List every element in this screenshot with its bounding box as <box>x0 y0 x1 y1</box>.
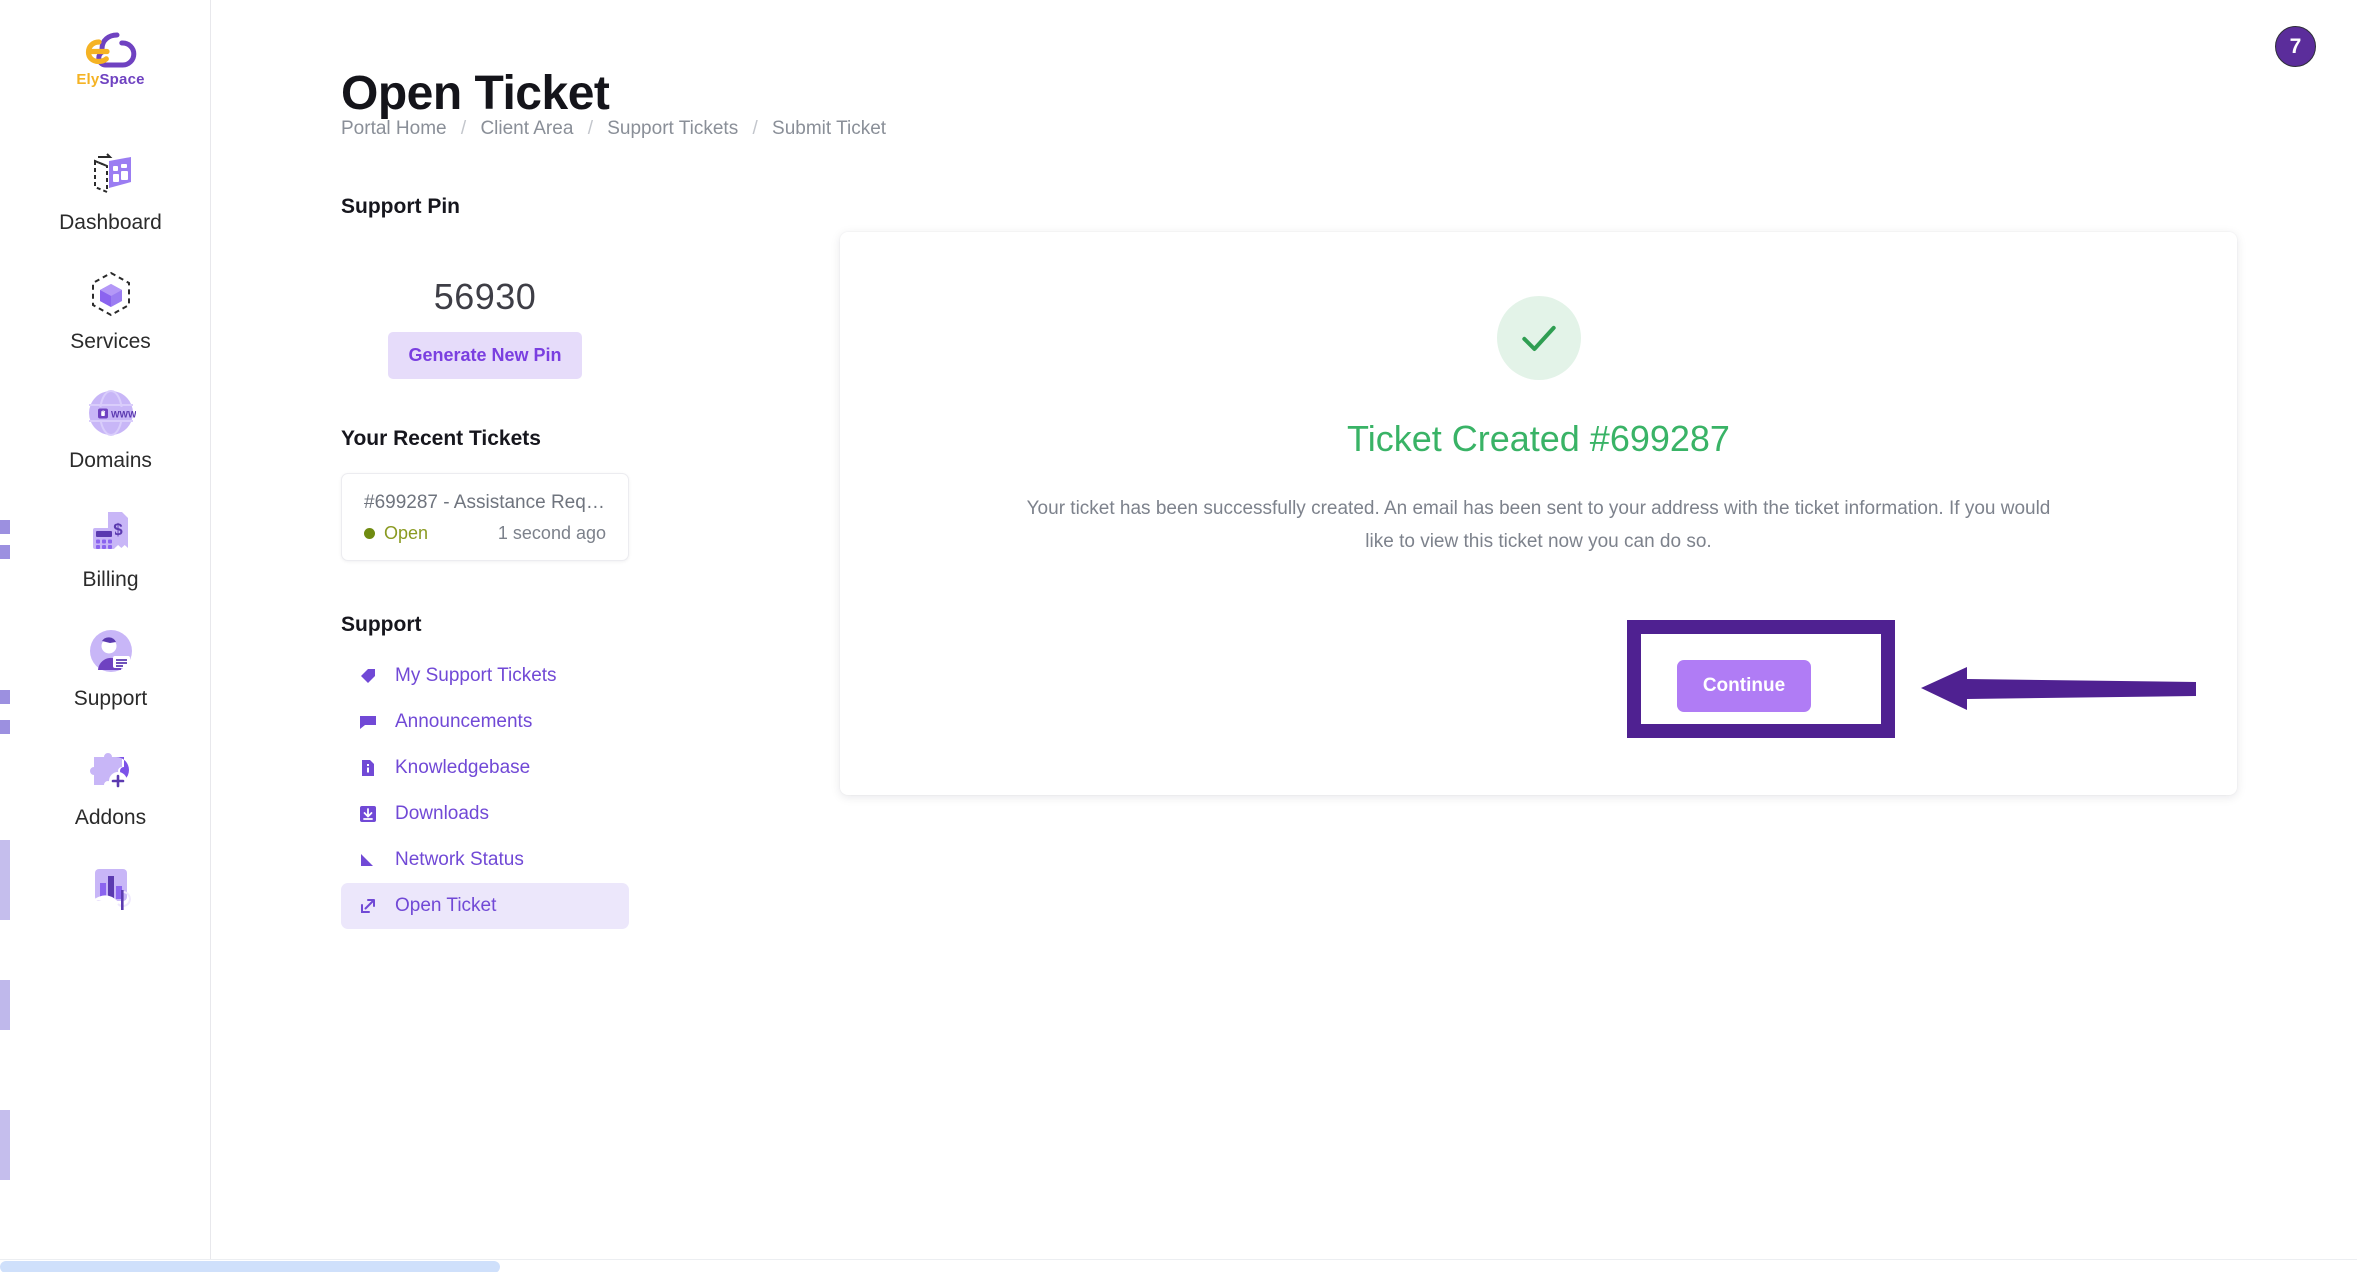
sidebar-item-billing[interactable]: $ Billing <box>10 489 210 608</box>
main-content: Open Ticket 7 Portal Home / Client Area … <box>211 0 2357 1259</box>
support-pin-value: 56930 <box>433 276 537 317</box>
support-link-announcements[interactable]: Announcements <box>341 699 629 745</box>
sidebar-item-support[interactable]: Support <box>10 608 210 727</box>
status-dot-icon <box>364 528 375 539</box>
list-item: Network Status <box>341 837 629 883</box>
breadcrumb-separator: / <box>587 118 593 139</box>
sidebar-item-label: Services <box>70 330 151 353</box>
speech-bubble-icon <box>359 713 377 731</box>
page-title: Open Ticket <box>341 67 610 121</box>
breadcrumb-item-client-area[interactable]: Client Area <box>480 118 573 139</box>
list-item: Open Ticket <box>341 883 629 929</box>
sidebar-item-label: Domains <box>69 449 152 472</box>
continue-button[interactable]: Continue <box>1677 660 1811 712</box>
ticket-created-card: Ticket Created #699287 Your ticket has b… <box>840 232 2237 795</box>
services-cube-icon <box>81 265 141 323</box>
support-link-knowledgebase[interactable]: Knowledgebase <box>341 745 629 791</box>
external-link-icon <box>359 897 377 915</box>
list-item: My Support Tickets <box>341 653 629 699</box>
left-sidebar: ElySpace Dashboard Services WWW Domains … <box>10 0 211 1259</box>
check-circle-icon <box>1496 296 1581 380</box>
sidebar-item-reports[interactable] <box>10 846 210 944</box>
list-item: Announcements <box>341 699 629 745</box>
ticket-timestamp: 1 second ago <box>497 523 606 543</box>
sidebar-item-addons[interactable]: Addons <box>10 727 210 846</box>
brand-logo[interactable]: ElySpace <box>10 30 210 88</box>
tag-icon <box>359 667 377 685</box>
generate-new-pin-button[interactable]: Generate New Pin <box>388 332 582 379</box>
support-links-list: My Support Tickets Announcements Knowled… <box>341 653 629 929</box>
breadcrumb-separator: / <box>460 118 467 139</box>
sidebar-item-label: Billing <box>82 568 139 591</box>
support-link-label: Announcements <box>395 711 533 732</box>
support-link-network-status[interactable]: Network Status <box>341 837 629 883</box>
list-item: Downloads <box>341 791 629 837</box>
offscreen-left-strip: t i s t t e 0 B x f <box>0 0 10 1272</box>
recent-tickets-title: Your Recent Tickets <box>341 427 541 450</box>
support-link-label: Downloads <box>395 803 489 824</box>
annotation-arrow-icon <box>1921 667 2196 710</box>
status-badge: Open <box>364 523 428 544</box>
status-label: Open <box>384 523 429 543</box>
svg-text:WWW: WWW <box>111 410 136 420</box>
notification-badge[interactable]: 7 <box>2275 26 2316 67</box>
list-item[interactable]: #699287 - Assistance Required wit… Open … <box>341 473 629 561</box>
support-agent-icon <box>81 622 141 680</box>
brand-space: Space <box>99 71 145 88</box>
brand-wordmark: ElySpace <box>76 71 144 88</box>
support-link-label: Knowledgebase <box>395 757 531 778</box>
primary-nav: Dashboard Services WWW Domains $ Billing… <box>10 132 210 944</box>
info-document-icon <box>359 759 377 777</box>
brand-ely: Ely <box>76 71 100 88</box>
support-link-label: Network Status <box>395 849 524 870</box>
support-nav-title: Support <box>341 613 422 636</box>
sidebar-item-dashboard[interactable]: Dashboard <box>10 132 210 251</box>
horizontal-scrollbar[interactable] <box>0 1259 2357 1272</box>
app-root: t i s t t e 0 B x f ElySpace <box>0 0 2357 1272</box>
support-link-label: Open Ticket <box>395 895 497 916</box>
addons-puzzle-icon <box>81 741 141 799</box>
checkmark-icon <box>1521 325 1556 352</box>
sidebar-item-label: Support <box>73 687 148 710</box>
breadcrumb-item-portal-home[interactable]: Portal Home <box>341 118 447 139</box>
download-icon <box>359 805 377 823</box>
success-body-text: Your ticket has been successfully create… <box>1026 498 2051 553</box>
success-heading: Ticket Created #699287 <box>1347 418 1730 459</box>
sidebar-item-label: Addons <box>74 806 147 829</box>
reports-chart-icon <box>81 860 141 918</box>
support-pin-title: Support Pin <box>341 195 460 218</box>
elyspace-cloud-icon <box>85 32 136 68</box>
scrollbar-thumb[interactable] <box>0 1261 500 1272</box>
ticket-meta: Open 1 second ago <box>364 523 606 544</box>
support-link-my-support-tickets[interactable]: My Support Tickets <box>341 653 629 699</box>
billing-invoice-icon: $ <box>81 503 141 561</box>
domains-globe-icon: WWW <box>81 384 141 442</box>
breadcrumb: Portal Home / Client Area / Support Tick… <box>341 118 886 140</box>
support-link-open-ticket[interactable]: Open Ticket <box>341 883 629 929</box>
triangle-signal-icon <box>359 851 377 869</box>
breadcrumb-item-submit-ticket[interactable]: Submit Ticket <box>772 118 886 139</box>
breadcrumb-item-support-tickets[interactable]: Support Tickets <box>607 118 738 139</box>
sidebar-item-label: Dashboard <box>59 211 162 234</box>
support-link-label: My Support Tickets <box>395 665 557 686</box>
sidebar-item-domains[interactable]: WWW Domains <box>10 370 210 489</box>
support-link-downloads[interactable]: Downloads <box>341 791 629 837</box>
list-item: Knowledgebase <box>341 745 629 791</box>
dashboard-icon <box>81 146 141 204</box>
sidebar-item-services[interactable]: Services <box>10 251 210 370</box>
left-content-column: Support Pin 56930 Generate New Pin Your … <box>341 195 629 945</box>
breadcrumb-separator: / <box>752 118 758 139</box>
ticket-subject: #699287 - Assistance Required wit… <box>364 492 606 513</box>
